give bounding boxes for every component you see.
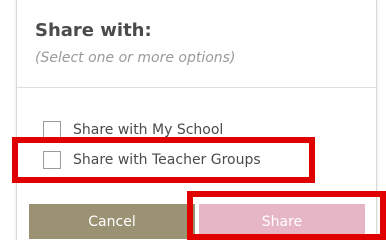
divider (17, 87, 376, 88)
dialog-subtitle: (Select one or more options) (35, 50, 236, 66)
cancel-button[interactable]: Cancel (29, 204, 195, 239)
dialog-title: Share with: (35, 20, 152, 41)
share-with-teacher-groups-option[interactable]: Share with Teacher Groups (43, 149, 261, 171)
share-with-my-school-checkbox[interactable] (43, 121, 61, 139)
share-with-my-school-option[interactable]: Share with My School (43, 119, 223, 141)
share-button[interactable]: Share (199, 204, 365, 239)
share-with-my-school-label: Share with My School (73, 122, 224, 138)
page: Share with: (Select one or more options)… (0, 0, 386, 240)
share-with-teacher-groups-label: Share with Teacher Groups (73, 152, 261, 168)
share-with-teacher-groups-checkbox[interactable] (43, 151, 61, 169)
